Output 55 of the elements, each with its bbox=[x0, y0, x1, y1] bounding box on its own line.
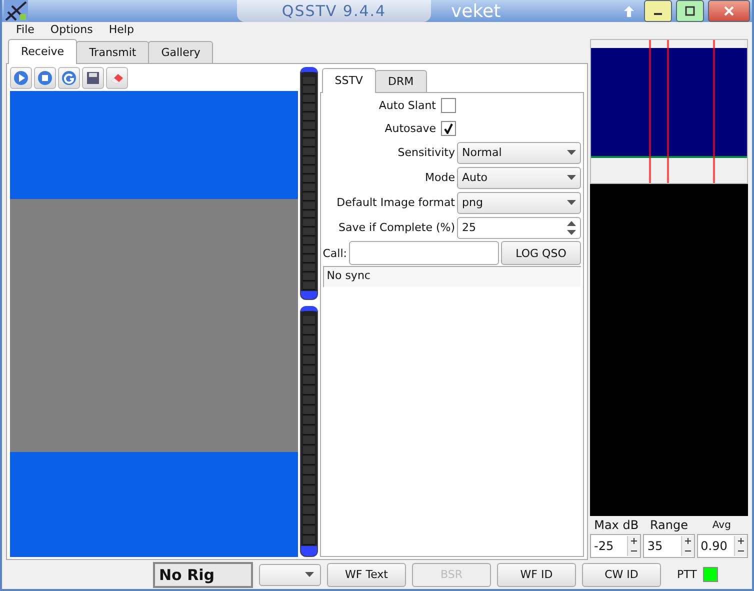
tab[interactable]: SSTV bbox=[322, 68, 376, 94]
menu-item[interactable]: File bbox=[8, 23, 42, 36]
save-icon[interactable] bbox=[85, 70, 101, 86]
tab[interactable]: DRM bbox=[374, 70, 427, 92]
spectrum-label: Range bbox=[648, 518, 690, 532]
maximize-icon[interactable] bbox=[685, 6, 695, 16]
spin-box[interactable]: -25 bbox=[590, 534, 642, 558]
refresh-icon[interactable] bbox=[61, 70, 77, 86]
stop-icon[interactable] bbox=[37, 70, 53, 86]
window-title: QSSTV 9.4.4 bbox=[237, 0, 431, 22]
spectrum-label: Max dB bbox=[593, 518, 640, 532]
setting-label: Save if Complete (%) bbox=[338, 221, 455, 234]
app-icon bbox=[4, 0, 28, 22]
menu-item[interactable]: Options bbox=[42, 23, 101, 36]
tab[interactable]: Transmit bbox=[76, 41, 150, 64]
dropdown[interactable]: Normal bbox=[457, 142, 581, 164]
call-input[interactable] bbox=[349, 241, 499, 266]
tab[interactable]: Gallery bbox=[148, 41, 214, 64]
spin-box[interactable]: 35 bbox=[643, 534, 695, 558]
caret-icon bbox=[567, 150, 576, 156]
setting-label: Sensitivity bbox=[398, 146, 455, 160]
checkbox[interactable] bbox=[441, 121, 456, 136]
caret-icon bbox=[567, 200, 576, 206]
spin-box[interactable]: 0.90 bbox=[696, 534, 748, 558]
tab[interactable]: Receive bbox=[8, 39, 78, 64]
log-qso-button[interactable]: LOG QSO bbox=[501, 241, 581, 266]
ptt-label: PTT bbox=[677, 568, 697, 582]
spectrum-label: Avg bbox=[711, 520, 732, 531]
rig-status: No Rig bbox=[153, 562, 253, 588]
arrow-up-icon[interactable] bbox=[624, 6, 634, 16]
menu-item[interactable]: Help bbox=[100, 23, 142, 36]
dropdown[interactable] bbox=[259, 564, 321, 586]
plus-minus-icon[interactable] bbox=[734, 536, 747, 556]
window-subtitle: veket bbox=[451, 0, 501, 22]
close-icon[interactable] bbox=[724, 6, 734, 16]
spin-arrows-icon bbox=[567, 220, 576, 236]
dropdown[interactable]: png bbox=[457, 192, 581, 214]
checkmark-icon bbox=[443, 123, 454, 134]
toolbar-button[interactable]: WF Text bbox=[327, 562, 406, 587]
status-text: No sync bbox=[322, 266, 581, 288]
plus-minus-icon[interactable] bbox=[680, 536, 694, 556]
setting-label: Default Image format bbox=[336, 196, 455, 210]
call-label: Call: bbox=[322, 246, 347, 260]
dropdown[interactable]: Auto bbox=[457, 166, 581, 189]
plus-minus-icon[interactable] bbox=[627, 536, 640, 556]
play-icon[interactable] bbox=[13, 70, 29, 86]
caret-icon bbox=[567, 175, 576, 180]
setting-label: Autosave bbox=[384, 122, 436, 136]
setting-label: Auto Slant bbox=[378, 99, 436, 112]
spin-box[interactable]: 25 bbox=[457, 216, 581, 239]
caret-icon bbox=[305, 572, 314, 578]
setting-label: Mode bbox=[425, 171, 455, 184]
toolbar-button[interactable]: WF ID bbox=[497, 562, 576, 587]
toolbar-button[interactable]: CW ID bbox=[582, 562, 661, 587]
checkbox[interactable] bbox=[441, 98, 456, 114]
